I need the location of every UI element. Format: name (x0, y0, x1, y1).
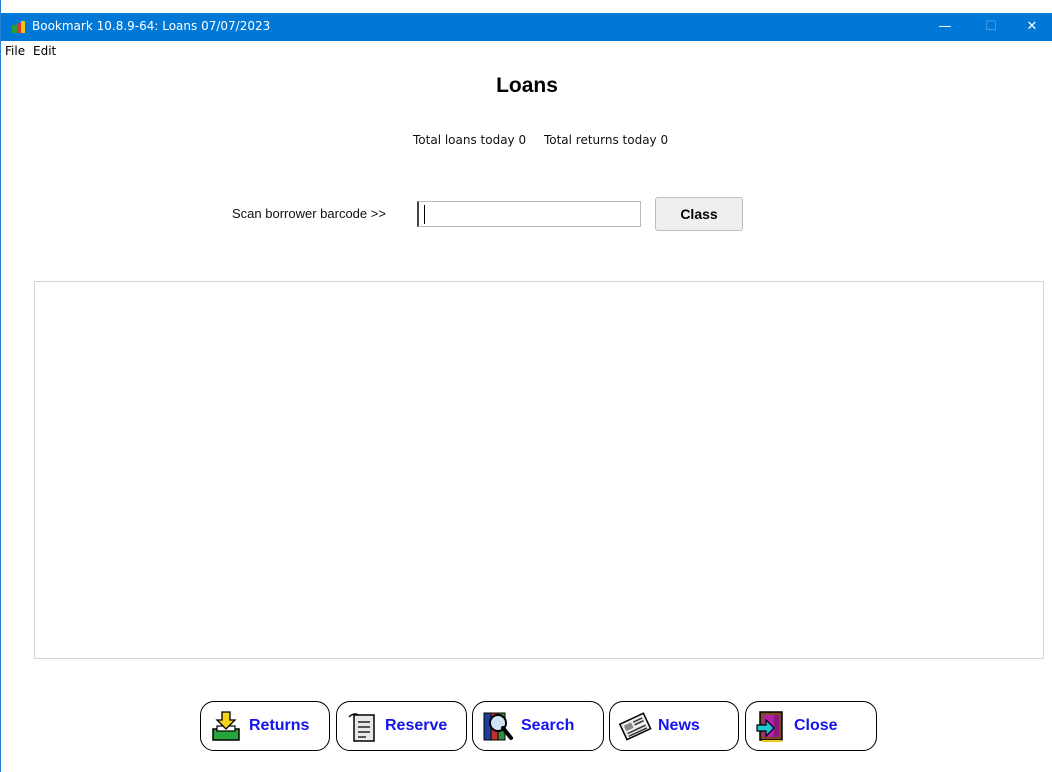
news-label: News (658, 717, 700, 734)
app-icon (12, 21, 25, 33)
close-button[interactable]: Close (745, 701, 877, 751)
returns-icon (212, 711, 240, 741)
loans-list-area[interactable] (34, 281, 1044, 659)
title-bar[interactable]: Bookmark 10.8.9-64: Loans 07/07/2023 — ☐… (1, 13, 1052, 41)
search-icon (483, 712, 513, 741)
scan-barcode-label: Scan borrower barcode >> (232, 206, 386, 221)
menu-edit[interactable]: Edit (33, 44, 56, 58)
exit-door-icon (756, 711, 783, 742)
total-returns-today: Total returns today 0 (543, 133, 669, 147)
total-loans-today: Total loans today 0 (413, 133, 527, 147)
close-label: Close (794, 717, 838, 734)
maximize-button[interactable]: ☐ (968, 13, 1014, 41)
reserve-button[interactable]: Reserve (336, 701, 467, 751)
search-button[interactable]: Search (472, 701, 604, 751)
news-button[interactable]: News (609, 701, 739, 751)
borrower-barcode-input[interactable] (417, 201, 641, 227)
menu-file[interactable]: File (5, 44, 25, 58)
menu-bar: File Edit (1, 41, 1052, 61)
class-button[interactable]: Class (655, 197, 743, 231)
search-label: Search (521, 717, 575, 734)
returns-label: Returns (249, 717, 310, 734)
close-window-button[interactable]: ✕ (1009, 13, 1052, 41)
window-title: Bookmark 10.8.9-64: Loans 07/07/2023 (32, 19, 271, 33)
returns-button[interactable]: Returns (200, 701, 330, 751)
minimize-button[interactable]: — (922, 13, 968, 41)
app-window: Bookmark 10.8.9-64: Loans 07/07/2023 — ☐… (0, 0, 1052, 772)
totals-line: Total loans today 0 Total returns today … (413, 133, 682, 147)
reserve-icon (348, 713, 375, 742)
text-caret (424, 205, 425, 224)
reserve-label: Reserve (385, 717, 448, 734)
news-icon (618, 712, 652, 741)
page-title: Loans (496, 74, 558, 97)
